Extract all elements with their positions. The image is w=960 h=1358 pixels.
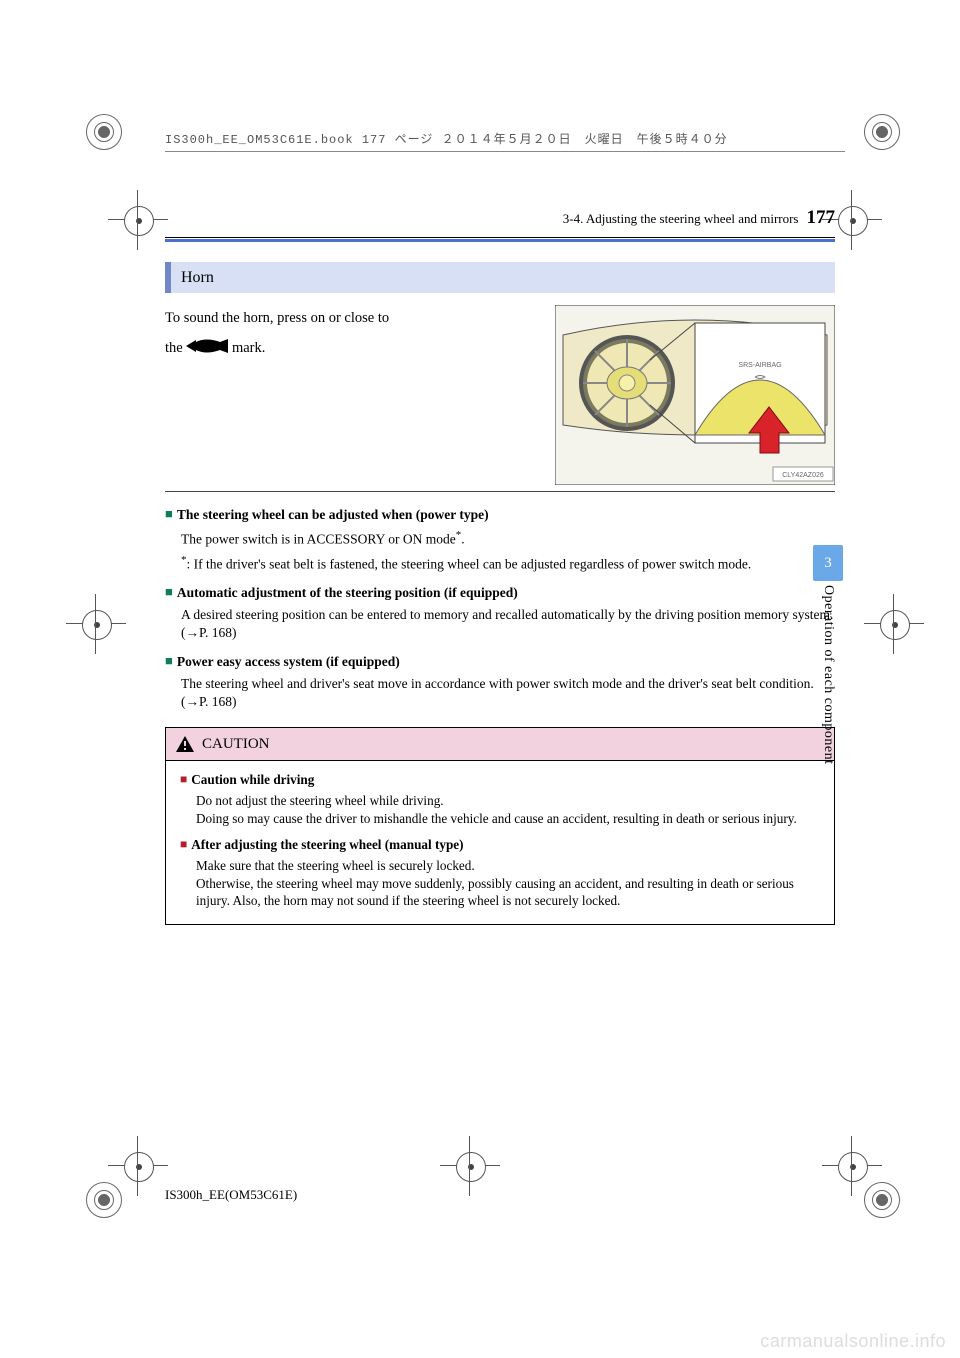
regmark-icon bbox=[86, 114, 122, 150]
section-heading-horn: Horn bbox=[165, 262, 835, 294]
note-1-end: . bbox=[461, 532, 464, 547]
running-header: 3-4. Adjusting the steering wheel and mi… bbox=[165, 205, 835, 231]
horn-text: To sound the horn, press on or close to … bbox=[165, 305, 539, 358]
bullet-icon: ■ bbox=[180, 836, 187, 852]
section-title: 3-4. Adjusting the steering wheel and mi… bbox=[563, 210, 799, 228]
caution-2-text: Make sure that the steering wheel is sec… bbox=[196, 857, 820, 910]
crosshair-icon bbox=[108, 1136, 168, 1196]
caution-1-text: Do not adjust the steering wheel while d… bbox=[196, 792, 820, 828]
crosshair-icon bbox=[108, 190, 168, 250]
caution-1-title: Caution while driving bbox=[191, 772, 314, 787]
bullet-icon: ■ bbox=[180, 771, 187, 787]
note-3-p1: The steering wheel and driver's seat mov… bbox=[181, 675, 835, 711]
notes-list: ■ The steering wheel can be adjusted when… bbox=[165, 506, 835, 711]
watermark: carmanualsonline.info bbox=[760, 1331, 946, 1352]
note-title-3: Power easy access system (if equipped) bbox=[177, 654, 400, 669]
crosshair-icon bbox=[440, 1136, 500, 1196]
note-title-1: The steering wheel can be adjusted when … bbox=[177, 507, 489, 522]
note-1-p2: : If the driver's seat belt is fastened,… bbox=[187, 557, 752, 572]
note-2-p1: A desired steering position can be enter… bbox=[181, 606, 835, 642]
bullet-icon: ■ bbox=[165, 583, 173, 601]
warning-icon bbox=[176, 736, 194, 752]
crosshair-icon bbox=[66, 594, 126, 654]
crosshair-icon bbox=[822, 1136, 882, 1196]
footer-code: IS300h_EE(OM53C61E) bbox=[165, 1187, 297, 1203]
bullet-icon: ■ bbox=[165, 505, 173, 523]
note-1-p1: The power switch is in ACCESSORY or ON m… bbox=[181, 532, 456, 547]
horn-mark-icon bbox=[186, 337, 228, 355]
horn-illustration: SRS-AIRBAG CLY42AZ026 bbox=[555, 305, 835, 485]
regmark-icon bbox=[864, 114, 900, 150]
crosshair-icon bbox=[864, 594, 924, 654]
caution-box: CAUTION ■ Caution while driving Do not ad… bbox=[165, 727, 835, 925]
print-header-text: IS300h_EE_OM53C61E.book 177 ページ ２０１４年５月２… bbox=[165, 133, 728, 147]
horn-line2a: the bbox=[165, 340, 183, 356]
bullet-icon: ■ bbox=[165, 652, 173, 670]
illustration-code: CLY42AZ026 bbox=[782, 472, 824, 479]
caution-title: CAUTION bbox=[202, 734, 270, 754]
chapter-tab: 3 bbox=[813, 545, 843, 581]
airbag-label: SRS-AIRBAG bbox=[738, 362, 781, 369]
horn-line1: To sound the horn, press on or close to bbox=[165, 309, 539, 329]
chapter-side-text: Operation of each component bbox=[818, 585, 837, 765]
horn-line2b: mark. bbox=[232, 340, 265, 356]
print-header: IS300h_EE_OM53C61E.book 177 ページ ２０１４年５月２… bbox=[165, 130, 845, 152]
page-number: 177 bbox=[807, 205, 836, 231]
caution-2-title: After adjusting the steering wheel (manu… bbox=[191, 837, 463, 852]
note-title-2: Automatic adjustment of the steering pos… bbox=[177, 585, 518, 600]
